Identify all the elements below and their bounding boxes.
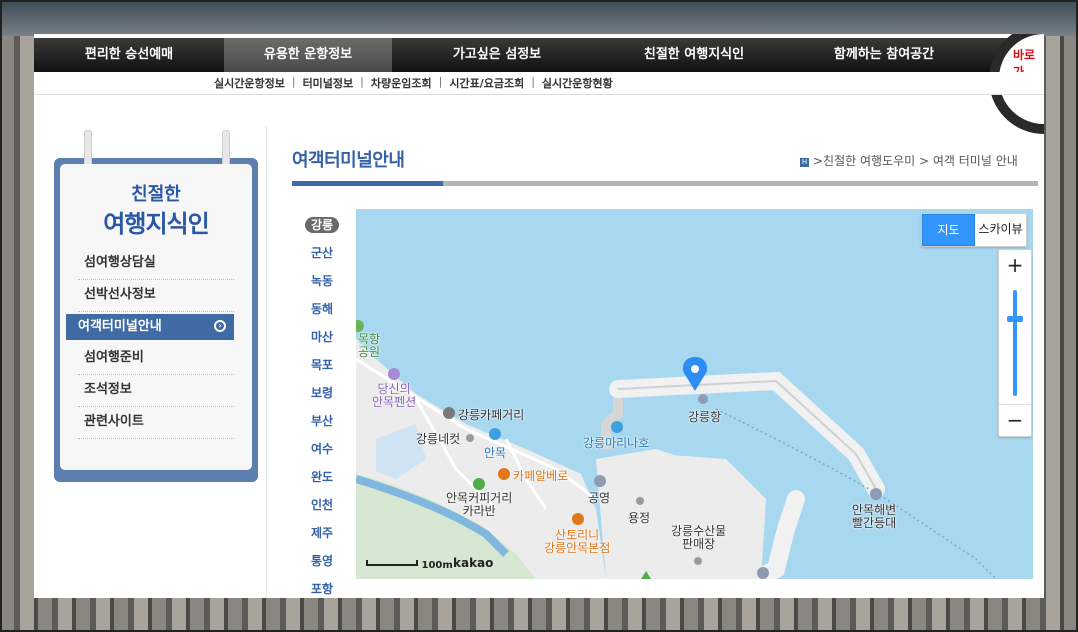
map-label-netkut: 강릉네컷 (416, 432, 461, 446)
home-icon[interactable]: H (800, 158, 809, 167)
map-label-seafood: 강릉수산물 판매장 (671, 524, 727, 551)
sub-nav-status[interactable]: 실시간운항현황 (542, 75, 613, 91)
zoom-out-button[interactable]: − (999, 404, 1031, 435)
zoom-control: + − (998, 249, 1032, 437)
sub-nav: 실시간운항정보 | 터미널정보 | 차량운임조회 | 시간표/요금조회 | 실시… (34, 72, 1044, 95)
terminal-item[interactable]: 여수 (300, 436, 344, 464)
map-label-pension: 당신의 안목펜션 (372, 382, 417, 409)
terminal-item[interactable]: 통영 (300, 548, 344, 576)
map-type-skyview-button[interactable]: 스카이뷰 (975, 214, 1026, 246)
terminal-item[interactable]: 인천 (300, 492, 344, 520)
zoom-slider-handle[interactable] (1007, 316, 1023, 322)
terminal-item[interactable]: 강릉 (300, 212, 344, 240)
sub-nav-separator: | (360, 75, 364, 88)
terminal-item[interactable]: 동해 (300, 296, 344, 324)
terminal-item[interactable]: 녹동 (300, 268, 344, 296)
netkut-poi (466, 434, 474, 442)
gnb-item-travel-knowledge[interactable]: 친절한 여행지식인 (602, 38, 786, 72)
page-container: 편리한 승선예매 유용한 운항정보 가고싶은 섬정보 친절한 여행지식인 함께하… (34, 34, 1044, 598)
gnb-item-operation-info[interactable]: 유용한 운항정보 (224, 38, 392, 72)
sidebar-item-consult[interactable]: 섬여행상담실 (78, 248, 234, 280)
breadcrumb-text: >친절한 여행도우미 > 여객 터미널 안내 (813, 154, 1018, 168)
scale-bar (366, 560, 418, 566)
anmok-poi (489, 428, 501, 440)
lighthouse-poi (870, 488, 882, 500)
sub-nav-separator: | (438, 75, 443, 88)
bottom-poi (757, 567, 769, 579)
divider (266, 126, 267, 598)
karaban-poi (473, 478, 485, 490)
yongjeong-poi (636, 497, 644, 505)
breadcrumb: H >친절한 여행도우미 > 여객 터미널 안내 (800, 152, 1018, 169)
map-label-marina: 강릉마리나호 (583, 436, 650, 450)
terminal-list: 강릉 군산 녹동 동해 마산 목포 보령 부산 여수 완도 인천 제주 통영 포… (300, 212, 344, 598)
arrow-right-icon: › (214, 320, 226, 332)
map-label-anmok: 안목 (484, 446, 507, 460)
sidebar-item-ship-info[interactable]: 선박선사정보 (78, 280, 234, 312)
sidebar-title-line1: 친절한 (131, 184, 181, 205)
parking-poi (594, 475, 606, 487)
map-label-park: 목항 공원 (358, 332, 381, 359)
map-label-cafe-street: 강릉카페거리 (458, 408, 525, 422)
map-type-toggle: 지도 스카이뷰 (921, 213, 1027, 247)
terminal-item[interactable]: 완도 (300, 464, 344, 492)
terminal-item[interactable]: 포항 (300, 576, 344, 598)
sidebar-item-prepare[interactable]: 섬여행준비 (78, 343, 234, 375)
title-underline-accent (292, 181, 443, 186)
sidebar-pin (222, 130, 230, 166)
sidebar-pin (84, 130, 92, 166)
sidebar-item-tide[interactable]: 조석정보 (78, 375, 234, 407)
terminal-item[interactable]: 부산 (300, 408, 344, 436)
port-poi (698, 394, 708, 404)
santorini-poi (572, 513, 584, 525)
map-label-parking: 공영 (588, 491, 611, 505)
sidebar-menu: 섬여행상담실 선박선사정보 여객터미널안내 › 섬여행준비 조석정보 관련사이트 (66, 248, 234, 439)
sidebar-item-terminal[interactable]: 여객터미널안내 › (66, 314, 234, 340)
terminal-item[interactable]: 군산 (300, 240, 344, 268)
map-label-port: 강릉항 (688, 410, 722, 424)
terminal-item[interactable]: 제주 (300, 520, 344, 548)
sidebar-item-links[interactable]: 관련사이트 (78, 407, 234, 439)
gnb-item-community[interactable]: 함께하는 참여공간 (786, 38, 982, 72)
map-label-yongjeong: 용정 (628, 511, 651, 525)
zoom-slider-track[interactable] (1013, 290, 1017, 396)
map-type-map-button[interactable]: 지도 (922, 214, 975, 246)
zoom-in-button[interactable]: + (999, 250, 1031, 280)
sub-nav-vehicle-fare[interactable]: 차량운임조회 (371, 75, 432, 91)
sub-nav-timetable[interactable]: 시간표/요금조회 (449, 75, 524, 91)
gnb-item-island-info[interactable]: 가고싶은 섬정보 (392, 38, 602, 72)
terminal-item[interactable]: 보령 (300, 380, 344, 408)
sub-nav-separator: | (291, 75, 296, 88)
sidebar-title-line2: 여행지식인 (103, 210, 209, 238)
cafe-albero-poi (498, 468, 510, 480)
sidebar-item-label: 여객터미널안내 (78, 319, 162, 334)
map-label-lighthouse: 안목해변 빨간등대 (852, 503, 897, 530)
park-poi (356, 320, 364, 332)
terminal-item[interactable]: 목포 (300, 352, 344, 380)
sidebar: 친절한 여행지식인 섬여행상담실 선박선사정보 여객터미널안내 › 섬여행준비 … (60, 164, 252, 470)
map-label-karaban: 안목커피거리 카라반 (446, 491, 513, 518)
map-label-cafe-albero: 카페알베로 (513, 469, 569, 483)
terminal-item[interactable]: 마산 (300, 324, 344, 352)
map-scale: 100m (366, 560, 453, 571)
terminal-map[interactable]: 목항 공원 당신의 안목펜션 강릉카페거리 강릉네컷 안목 카페알베로 안목커피… (356, 209, 1033, 579)
sub-nav-realtime[interactable]: 실시간운항정보 (214, 75, 285, 91)
seafood-poi (694, 557, 702, 565)
sub-nav-separator: | (531, 75, 535, 88)
map-label-santorini: 산토리니 강릉안목본점 (544, 528, 611, 555)
global-nav: 편리한 승선예매 유용한 운항정보 가고싶은 섬정보 친절한 여행지식인 함께하… (34, 38, 1044, 72)
cafe-street-poi (443, 407, 455, 419)
background-sky (0, 0, 1078, 36)
pension-poi (388, 368, 400, 380)
sub-nav-terminal[interactable]: 터미널정보 (303, 75, 354, 91)
marina-poi (611, 421, 623, 433)
page-title: 여객터미널안내 (292, 150, 405, 171)
gnb-item-booking[interactable]: 편리한 승선예매 (34, 38, 224, 72)
scale-label: 100m (421, 560, 453, 571)
kakao-logo: kakao (453, 556, 494, 570)
